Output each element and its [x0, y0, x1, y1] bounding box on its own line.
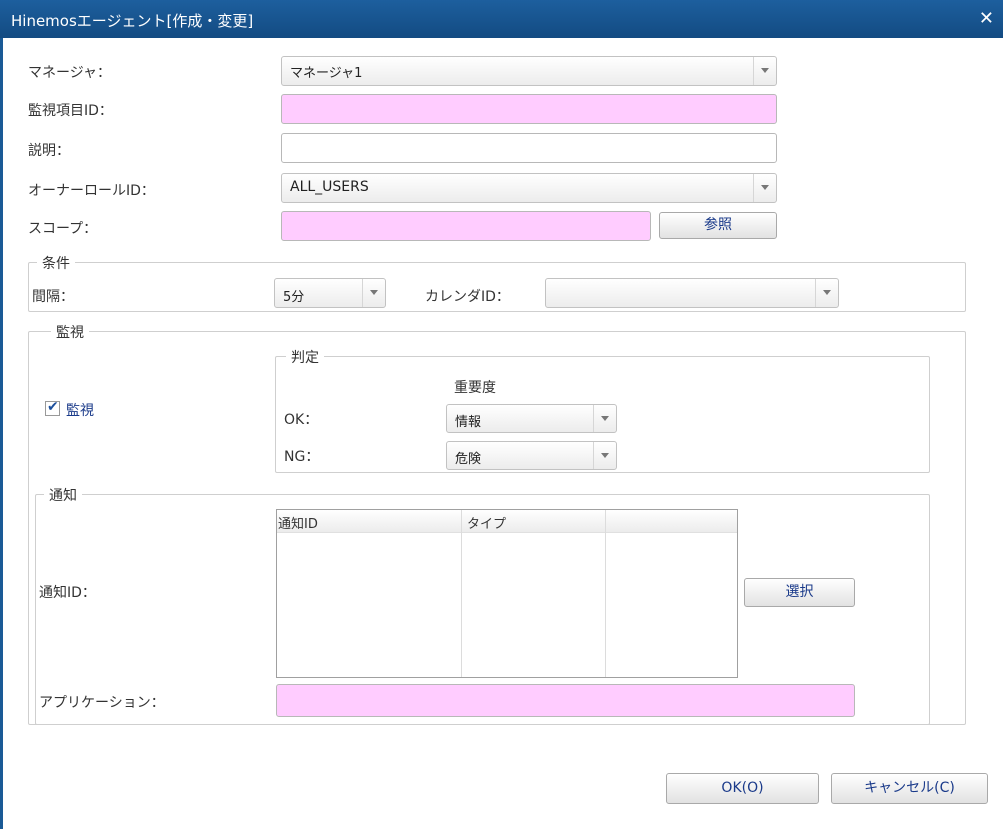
calendar-id-label: カレンダID：	[425, 289, 510, 305]
title-bar: Hinemosエージェント[作成・変更] ✕	[0, 0, 1003, 38]
ng-priority-value: 危険	[455, 452, 482, 467]
calendar-id-select[interactable]	[545, 278, 839, 308]
chevron-down-icon	[593, 405, 616, 432]
dialog-window: Hinemosエージェント[作成・変更] ✕ マネージャ： マネージャ1 監視項…	[0, 0, 1003, 829]
ok-priority-select[interactable]: 情報	[446, 404, 617, 433]
select-button[interactable]: 選択	[744, 578, 855, 607]
monitor-id-label: 監視項目ID：	[28, 103, 113, 119]
window-border	[0, 38, 3, 829]
scope-input[interactable]	[281, 211, 651, 241]
chevron-down-icon	[593, 442, 616, 469]
chevron-down-icon	[815, 279, 838, 307]
manager-select[interactable]: マネージャ1	[281, 56, 777, 86]
conditions-legend: 条件	[37, 253, 75, 273]
reference-button[interactable]: 参照	[659, 212, 777, 239]
interval-select[interactable]: 5分	[274, 278, 386, 308]
owner-role-select[interactable]: ALL_USERS	[281, 173, 777, 203]
chevron-down-icon	[753, 174, 776, 202]
ok-priority-value: 情報	[455, 415, 482, 430]
ok-label: OK：	[284, 412, 319, 428]
ng-label: NG：	[284, 449, 320, 465]
interval-label: 間隔：	[32, 289, 74, 305]
manager-label: マネージャ：	[28, 65, 112, 81]
ok-button[interactable]: OK(O)	[666, 773, 819, 804]
notification-table[interactable]: 通知ID タイプ	[276, 509, 738, 678]
judgement-legend: 判定	[286, 347, 324, 367]
notification-legend: 通知	[44, 485, 82, 505]
application-label: アプリケーション：	[39, 695, 165, 711]
monitoring-legend: 監視	[51, 322, 89, 342]
ng-priority-select[interactable]: 危険	[446, 441, 617, 470]
priority-header: 重要度	[454, 380, 496, 396]
chevron-down-icon	[362, 279, 385, 307]
description-label: 説明：	[28, 143, 70, 159]
monitor-checkbox-label[interactable]: 監視	[66, 400, 94, 420]
monitor-checkbox[interactable]: ✔	[45, 399, 60, 416]
column-header-notify-id[interactable]: 通知ID	[278, 513, 318, 532]
cancel-button[interactable]: キャンセル(C)	[831, 773, 988, 804]
column-divider	[605, 510, 606, 677]
interval-select-value: 5分	[283, 290, 305, 305]
column-header-type[interactable]: タイプ	[467, 513, 506, 532]
table-header: 通知ID タイプ	[277, 510, 737, 533]
manager-select-value: マネージャ1	[290, 66, 363, 81]
notify-id-label: 通知ID：	[39, 585, 96, 601]
owner-role-select-value: ALL_USERS	[290, 179, 369, 195]
checkmark-icon: ✔	[47, 399, 59, 415]
scope-label: スコープ：	[28, 221, 98, 237]
owner-role-label: オーナーロールID：	[28, 183, 155, 199]
application-input[interactable]	[276, 684, 855, 717]
monitor-id-input[interactable]	[281, 94, 777, 124]
column-divider	[461, 510, 462, 677]
dialog-title: Hinemosエージェント[作成・変更]	[11, 12, 254, 30]
close-icon[interactable]: ✕	[979, 8, 994, 29]
description-input[interactable]	[281, 133, 777, 163]
chevron-down-icon	[753, 57, 776, 85]
